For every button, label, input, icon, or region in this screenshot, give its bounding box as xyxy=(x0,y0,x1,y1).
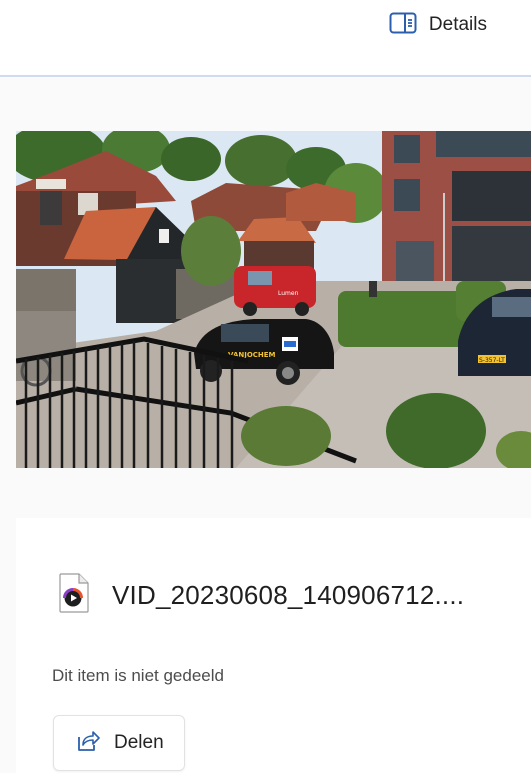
video-file-icon xyxy=(58,573,90,618)
details-pane-icon xyxy=(389,12,417,39)
file-details-view: Details Lumen VANJOCHEM S-357-LT VID_202… xyxy=(0,0,531,773)
license-plate-text: S-357-LT xyxy=(479,357,505,364)
toolbar: Details xyxy=(0,0,531,77)
details-pane: Lumen VANJOCHEM S-357-LT VID_20230608_14… xyxy=(0,77,531,773)
share-status-text: Dit item is niet gedeeld xyxy=(52,666,224,685)
file-info-card: VID_20230608_140906712.... Dit item is n… xyxy=(16,518,531,773)
van-logo-text: Lumen xyxy=(278,290,299,297)
video-thumbnail[interactable]: Lumen VANJOCHEM S-357-LT xyxy=(16,131,531,468)
share-icon xyxy=(74,729,100,758)
file-title-row: VID_20230608_140906712.... xyxy=(58,573,464,618)
share-button-label: Delen xyxy=(114,732,164,753)
file-name: VID_20230608_140906712.... xyxy=(112,580,465,610)
details-button-label: Details xyxy=(428,14,487,35)
share-button[interactable]: Delen xyxy=(53,715,185,771)
details-button[interactable]: Details xyxy=(389,11,487,39)
